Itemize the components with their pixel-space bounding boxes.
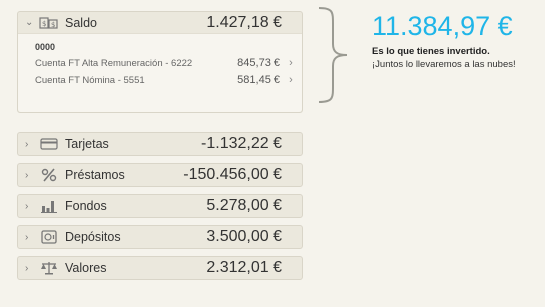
saldo-header[interactable]: ⌄ $ $ Saldo 1.427,18 € xyxy=(18,12,302,34)
saldo-label: Saldo xyxy=(65,15,97,30)
svg-text:$: $ xyxy=(51,21,55,29)
money-icon: $ $ xyxy=(39,16,59,30)
account-amount: 581,45 € xyxy=(237,74,280,86)
account-name: Cuenta FT Nómina - 5551 xyxy=(35,74,145,86)
chevron-right-icon: › xyxy=(25,231,29,243)
category-header[interactable]: › Préstamos -150.456,00 € xyxy=(18,164,302,186)
svg-text:$: $ xyxy=(42,20,46,28)
category-tarjetas[interactable]: › Tarjetas -1.132,22 € xyxy=(17,132,303,156)
category-header[interactable]: › Depósitos 3.500,00 € xyxy=(18,226,302,248)
saldo-panel: ⌄ $ $ Saldo 1.427,18 € 0000 Cuenta FT Al… xyxy=(17,11,303,113)
saldo-amount: 1.427,18 € xyxy=(206,13,282,31)
chevron-right-icon: › xyxy=(25,138,29,150)
category-prestamos[interactable]: › Préstamos -150.456,00 € xyxy=(17,163,303,187)
safe-icon xyxy=(39,230,59,244)
total-caption: Es lo que tienes invertido. xyxy=(372,46,490,57)
chevron-down-icon: ⌄ xyxy=(25,17,34,28)
account-row[interactable]: Cuenta FT Alta Remuneración - 6222 845,7… xyxy=(35,57,302,69)
chevron-right-icon[interactable]: › xyxy=(280,57,302,69)
category-label: Fondos xyxy=(65,199,107,213)
card-icon xyxy=(39,137,59,151)
category-header[interactable]: › Valores 2.312,01 € xyxy=(18,257,302,279)
category-label: Préstamos xyxy=(65,168,125,182)
category-label: Tarjetas xyxy=(65,137,109,151)
bar-chart-icon xyxy=(39,199,59,213)
account-name: Cuenta FT Alta Remuneración - 6222 xyxy=(35,57,193,69)
chevron-right-icon: › xyxy=(25,262,29,274)
chevron-right-icon: › xyxy=(25,169,29,181)
category-amount: -150.456,00 € xyxy=(183,166,282,183)
category-amount: 2.312,01 € xyxy=(206,259,282,276)
category-header[interactable]: › Fondos 5.278,00 € xyxy=(18,195,302,217)
category-header[interactable]: › Tarjetas -1.132,22 € xyxy=(18,133,302,155)
account-group-id: 0000 xyxy=(35,42,56,52)
curly-brace-decoration xyxy=(313,6,353,104)
chevron-right-icon: › xyxy=(25,200,29,212)
total-subcaption: ¡Juntos lo llevaremos a las nubes! xyxy=(372,59,516,70)
category-valores[interactable]: › Valores 2.312,01 € xyxy=(17,256,303,280)
category-label: Valores xyxy=(65,261,107,275)
category-amount: 3.500,00 € xyxy=(206,228,282,245)
percent-icon xyxy=(39,168,59,182)
category-amount: -1.132,22 € xyxy=(201,135,282,152)
category-depositos[interactable]: › Depósitos 3.500,00 € xyxy=(17,225,303,249)
account-row[interactable]: Cuenta FT Nómina - 5551 581,45 € › xyxy=(35,74,302,86)
chevron-right-icon[interactable]: › xyxy=(280,74,302,86)
category-label: Depósitos xyxy=(65,230,121,244)
total-invested: 11.384,97 € xyxy=(372,11,513,41)
account-amount: 845,73 € xyxy=(237,57,280,69)
saldo-accounts: 0000 Cuenta FT Alta Remuneración - 6222 … xyxy=(18,34,302,112)
category-amount: 5.278,00 € xyxy=(206,197,282,214)
category-fondos[interactable]: › Fondos 5.278,00 € xyxy=(17,194,303,218)
scale-icon xyxy=(39,261,59,275)
